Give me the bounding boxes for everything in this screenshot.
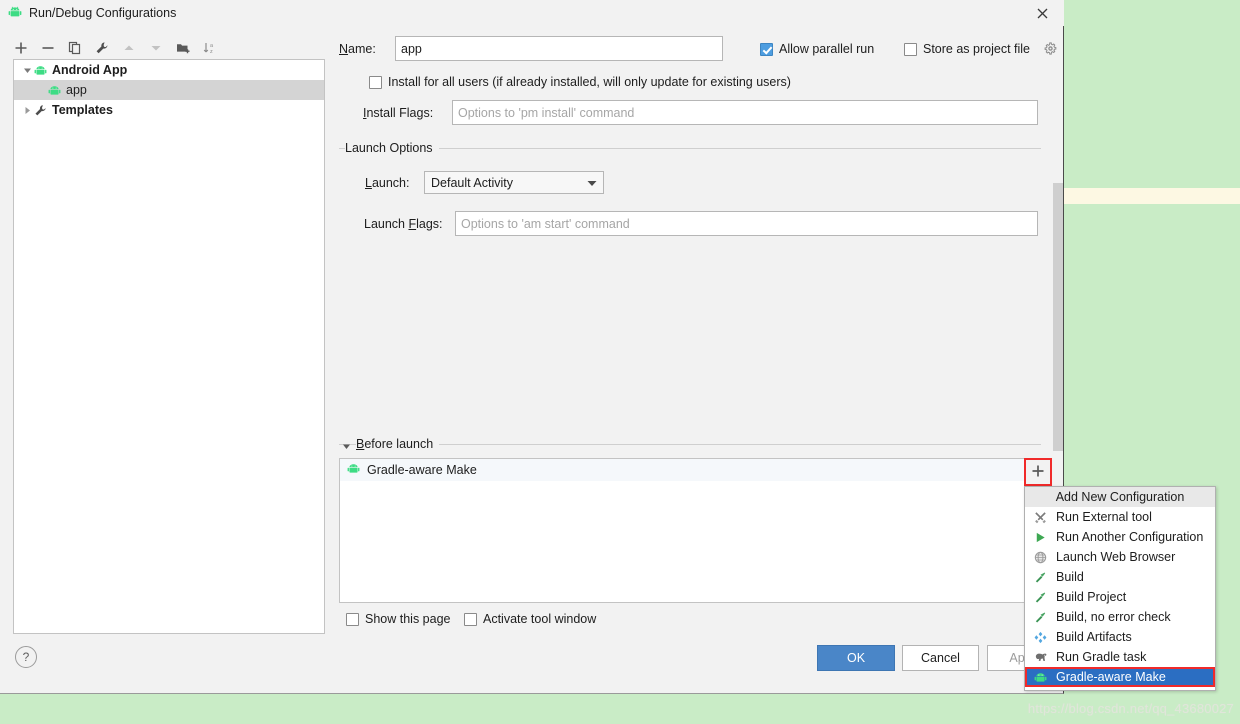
name-label: Name:	[339, 42, 376, 56]
arrow-down-icon	[147, 39, 165, 57]
menu-item-run-gradle-task[interactable]: Run Gradle task	[1025, 647, 1215, 667]
plus-icon[interactable]	[12, 39, 30, 57]
configurations-tree[interactable]: Android App app	[13, 59, 325, 634]
tree-node-templates[interactable]: Templates	[14, 100, 324, 120]
copy-icon[interactable]	[66, 39, 84, 57]
gear-icon[interactable]	[1044, 42, 1057, 58]
activate-tool-window-label: Activate tool window	[483, 612, 596, 626]
configurations-toolbar: a z	[12, 36, 324, 60]
tree-node-android-app[interactable]: Android App	[14, 60, 324, 80]
tools-icon	[1033, 511, 1048, 524]
checkbox-box[interactable]	[346, 613, 359, 626]
menu-item-launch-web-browser[interactable]: Launch Web Browser	[1025, 547, 1215, 567]
menu-item-gradle-aware-make[interactable]: Gradle-aware Make	[1025, 667, 1215, 687]
menu-header: Add New Configuration	[1025, 487, 1215, 507]
folder-add-icon[interactable]	[174, 39, 192, 57]
install-flags-label: Install Flags:	[363, 106, 433, 120]
menu-item-build-project[interactable]: Build Project	[1025, 587, 1215, 607]
help-button[interactable]: ?	[15, 646, 37, 668]
add-new-configuration-menu: Add New Configuration Run External tool …	[1024, 486, 1216, 691]
install-for-all-users-checkbox[interactable]: Install for all users (if already instal…	[369, 75, 791, 89]
hammer-icon	[1033, 611, 1048, 624]
launch-options-section-title: Launch Options	[345, 141, 439, 155]
chevron-right-icon[interactable]	[20, 106, 34, 115]
android-icon	[48, 84, 66, 97]
sort-az-icon[interactable]: a z	[201, 39, 219, 57]
menu-item-label: Run Gradle task	[1056, 650, 1146, 664]
menu-item-build-artifacts[interactable]: Build Artifacts	[1025, 627, 1215, 647]
install-for-all-users-label: Install for all users (if already instal…	[388, 75, 791, 89]
globe-icon	[1033, 551, 1048, 564]
checkbox-box[interactable]	[904, 43, 917, 56]
before-launch-divider	[339, 444, 1041, 445]
dialog-titlebar: Run/Debug Configurations	[0, 0, 1064, 26]
chevron-down-icon[interactable]	[587, 176, 597, 190]
menu-item-label: Build	[1056, 570, 1084, 584]
before-launch-section-title: Before launch	[356, 437, 439, 451]
show-this-page-checkbox[interactable]: Show this page	[346, 612, 450, 626]
name-input[interactable]	[395, 36, 723, 61]
run-debug-configurations-dialog: Run/Debug Configurations	[0, 0, 1064, 694]
add-before-launch-task-button[interactable]	[1024, 458, 1052, 486]
chevron-down-icon[interactable]	[20, 66, 34, 75]
allow-parallel-run-label: Allow parallel run	[779, 42, 874, 56]
menu-item-run-another-configuration[interactable]: Run Another Configuration	[1025, 527, 1215, 547]
menu-item-label: Build Artifacts	[1056, 630, 1132, 644]
before-launch-task-item[interactable]: Gradle-aware Make	[340, 459, 1038, 481]
watermark-text: https://blog.csdn.net/qq_43680027	[1028, 701, 1234, 716]
store-as-project-file-label: Store as project file	[923, 42, 1030, 56]
android-icon	[1033, 671, 1048, 684]
chevron-down-icon[interactable]	[342, 440, 351, 454]
menu-item-build-no-error-check[interactable]: Build, no error check	[1025, 607, 1215, 627]
arrow-up-icon	[120, 39, 138, 57]
launch-flags-label: Launch Flags:	[364, 217, 443, 231]
launch-select[interactable]: Default Activity	[424, 171, 604, 194]
launch-flags-input[interactable]	[455, 211, 1038, 236]
android-icon	[8, 5, 22, 22]
tree-node-app[interactable]: app	[14, 80, 324, 100]
menu-item-build[interactable]: Build	[1025, 567, 1215, 587]
tree-node-label: Android App	[52, 63, 127, 77]
android-icon	[347, 462, 360, 478]
play-icon	[1033, 531, 1048, 544]
checkbox-box[interactable]	[369, 76, 382, 89]
menu-item-run-external-tool[interactable]: Run External tool	[1025, 507, 1215, 527]
store-as-project-file-checkbox[interactable]: Store as project file	[904, 42, 1030, 56]
ok-button[interactable]: OK	[817, 645, 895, 671]
hammer-icon	[1033, 571, 1048, 584]
wrench-icon	[34, 104, 52, 117]
minus-icon[interactable]	[39, 39, 57, 57]
background-band	[1064, 188, 1240, 204]
plus-icon	[1031, 464, 1045, 481]
tree-node-label: Templates	[52, 103, 113, 117]
activate-tool-window-checkbox[interactable]: Activate tool window	[464, 612, 596, 626]
android-icon	[34, 64, 52, 77]
gradle-elephant-icon	[1033, 651, 1048, 664]
wrench-icon[interactable]	[93, 39, 111, 57]
hammer-icon	[1033, 591, 1048, 604]
svg-text:z: z	[210, 49, 213, 55]
menu-item-label: Run External tool	[1056, 510, 1152, 524]
menu-item-label: Gradle-aware Make	[1056, 670, 1166, 684]
content-scrollbar[interactable]	[1053, 183, 1063, 451]
launch-label: Launch:	[365, 176, 409, 190]
install-flags-input[interactable]	[452, 100, 1038, 125]
menu-item-label: Build Project	[1056, 590, 1126, 604]
checkbox-box[interactable]	[760, 43, 773, 56]
dialog-title: Run/Debug Configurations	[29, 6, 176, 20]
menu-item-label: Run Another Configuration	[1056, 530, 1203, 544]
launch-select-value: Default Activity	[431, 176, 513, 190]
menu-item-label: Launch Web Browser	[1056, 550, 1175, 564]
allow-parallel-run-checkbox[interactable]: Allow parallel run	[760, 42, 874, 56]
cancel-button[interactable]: Cancel	[902, 645, 979, 671]
before-launch-task-label: Gradle-aware Make	[367, 463, 477, 477]
checkbox-box[interactable]	[464, 613, 477, 626]
close-icon[interactable]	[1020, 0, 1064, 26]
artifacts-icon	[1033, 631, 1048, 644]
launch-options-divider	[339, 148, 1041, 149]
menu-item-label: Build, no error check	[1056, 610, 1171, 624]
before-launch-task-list[interactable]: Gradle-aware Make	[339, 458, 1039, 603]
tree-node-label: app	[66, 83, 87, 97]
show-this-page-label: Show this page	[365, 612, 450, 626]
